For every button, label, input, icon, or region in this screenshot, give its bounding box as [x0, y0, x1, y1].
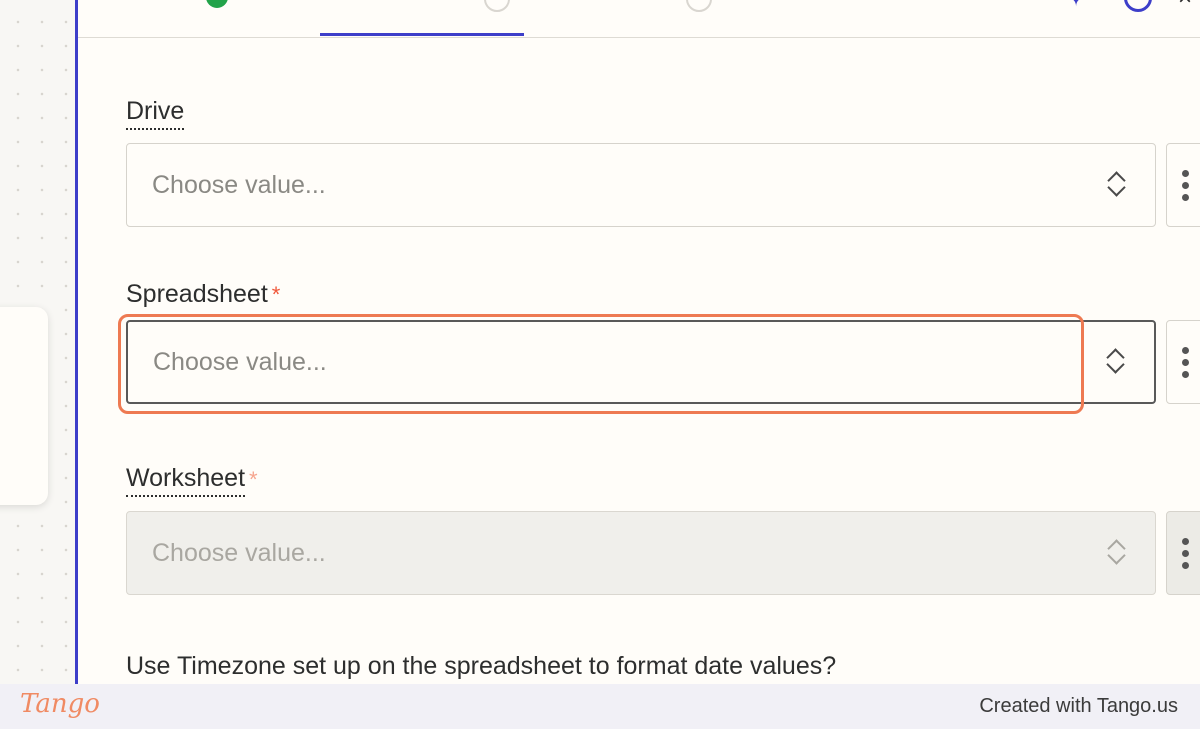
tango-footer: Tango Created with Tango.us	[0, 684, 1200, 729]
dot	[1182, 537, 1189, 545]
dot	[1182, 181, 1189, 189]
dot	[1182, 561, 1189, 569]
help-icon[interactable]	[1124, 0, 1152, 12]
worksheet-placeholder: Choose value...	[152, 538, 326, 567]
required-asterisk: *	[249, 467, 258, 492]
pending-step-icon	[484, 0, 510, 12]
dot	[1182, 346, 1189, 354]
required-asterisk: *	[271, 282, 281, 307]
dot	[1182, 549, 1189, 557]
sparkle-icon[interactable]: ✦	[1066, 0, 1086, 13]
spreadsheet-more-options-button[interactable]	[1166, 320, 1200, 404]
drive-more-options-button[interactable]	[1166, 143, 1200, 227]
dot	[1182, 193, 1189, 201]
drive-label: Drive	[126, 96, 185, 130]
canvas-step-card[interactable]	[0, 307, 48, 505]
worksheet-more-options-button[interactable]	[1166, 511, 1200, 595]
dot	[1182, 370, 1189, 378]
tango-credit: Created with Tango.us	[979, 695, 1178, 717]
spreadsheet-label: Spreadsheet *	[126, 279, 280, 311]
chevron-up-down-icon	[1104, 345, 1128, 379]
drive-placeholder: Choose value...	[152, 170, 326, 199]
worksheet-label: Worksheet *	[126, 463, 258, 497]
timezone-question: Use Timezone set up on the spreadsheet t…	[126, 652, 837, 680]
dot	[1182, 358, 1189, 366]
step-tabs: ✦ ×	[78, 0, 1200, 38]
click-highlight-box	[118, 314, 1084, 414]
tango-logo: Tango	[20, 689, 100, 719]
drive-label-text: Drive	[126, 96, 185, 130]
chevron-up-down-icon	[1105, 168, 1129, 202]
spreadsheet-label-text: Spreadsheet	[126, 280, 268, 308]
pending-step-icon	[686, 0, 712, 12]
dot	[1182, 169, 1189, 177]
worksheet-select[interactable]: Choose value...	[126, 511, 1156, 595]
worksheet-label-text: Worksheet	[126, 463, 246, 497]
drive-select[interactable]: Choose value...	[126, 143, 1156, 227]
completed-step-check-icon	[206, 0, 228, 8]
chevron-up-down-icon	[1105, 536, 1129, 570]
close-icon[interactable]: ×	[1178, 0, 1192, 12]
active-tab-indicator	[320, 33, 524, 36]
